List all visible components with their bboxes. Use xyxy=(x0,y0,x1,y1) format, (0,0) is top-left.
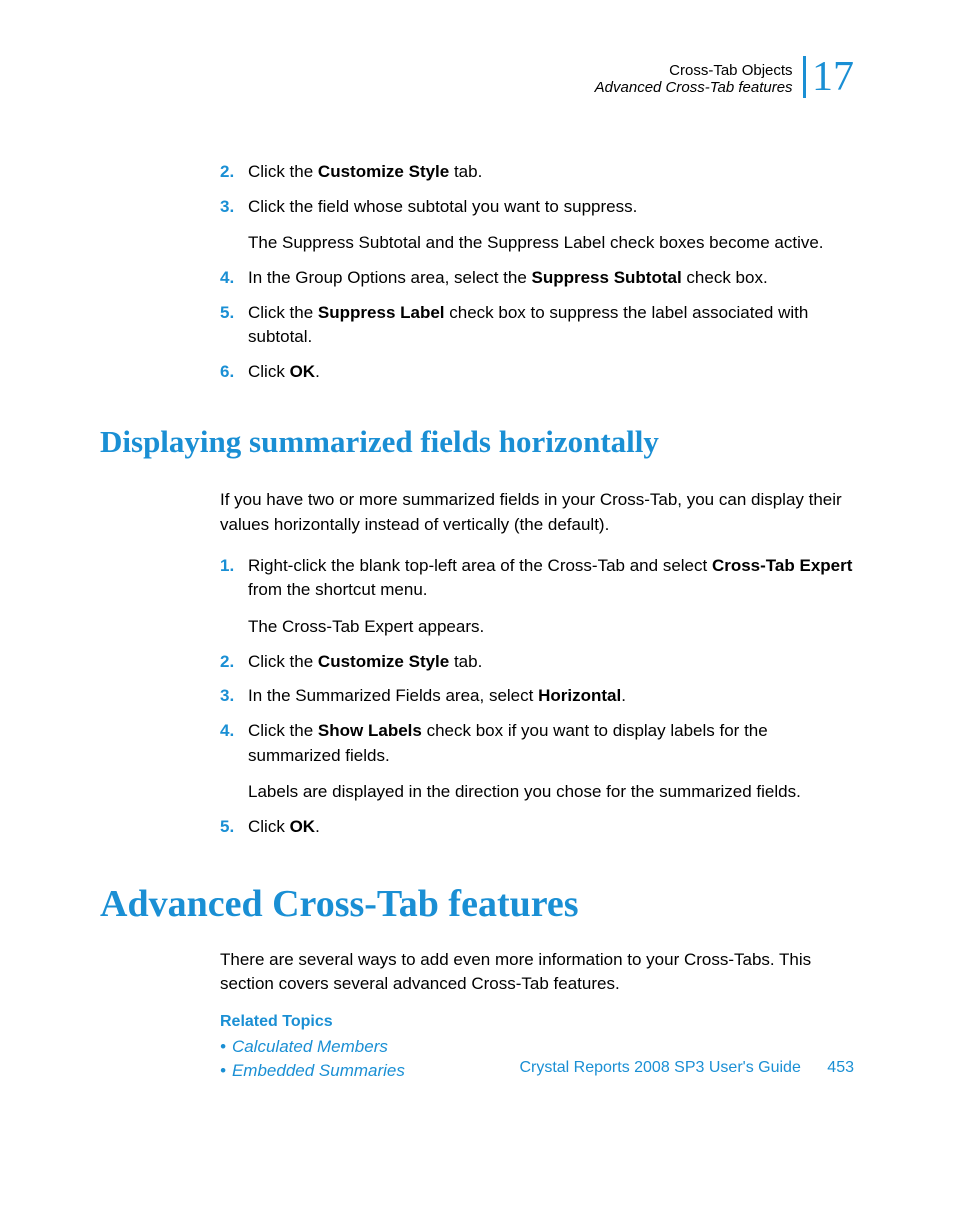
page-footer: Crystal Reports 2008 SP3 User's Guide 45… xyxy=(519,1059,854,1077)
step-item: 4. In the Group Options area, select the… xyxy=(220,266,854,291)
step-number: 4. xyxy=(220,719,234,744)
step-item: 4. Click the Show Labels check box if yo… xyxy=(220,719,854,805)
step-note: Labels are displayed in the direction yo… xyxy=(248,780,854,805)
section-intro: If you have two or more summarized field… xyxy=(220,488,854,537)
footer-page-number: 453 xyxy=(827,1059,854,1076)
header-subtitle: Advanced Cross-Tab features xyxy=(595,79,793,96)
step-number: 2. xyxy=(220,160,234,185)
step-item: 5. Click the Suppress Label check box to… xyxy=(220,301,854,350)
step-number: 4. xyxy=(220,266,234,291)
step-number: 3. xyxy=(220,684,234,709)
section-intro: There are several ways to add even more … xyxy=(220,948,854,997)
step-number: 5. xyxy=(220,301,234,326)
step-item: 3. Click the field whose subtotal you wa… xyxy=(220,195,854,256)
step-item: 2. Click the Customize Style tab. xyxy=(220,160,854,185)
step-note: The Suppress Subtotal and the Suppress L… xyxy=(248,231,854,256)
page-header: Cross-Tab Objects Advanced Cross-Tab fea… xyxy=(100,58,854,100)
step-item: 3. In the Summarized Fields area, select… xyxy=(220,684,854,709)
footer-guide-title: Crystal Reports 2008 SP3 User's Guide xyxy=(519,1059,800,1076)
step-number: 6. xyxy=(220,360,234,385)
step-note: The Cross-Tab Expert appears. xyxy=(248,615,854,640)
header-title: Cross-Tab Objects xyxy=(595,62,793,79)
step-item: 5. Click OK. xyxy=(220,815,854,840)
section-displaying-summarized: If you have two or more summarized field… xyxy=(220,488,854,839)
section-suppress-subtotals: 2. Click the Customize Style tab. 3. Cli… xyxy=(220,160,854,384)
step-number: 5. xyxy=(220,815,234,840)
step-number: 3. xyxy=(220,195,234,220)
heading-displaying-summarized: Displaying summarized fields horizontall… xyxy=(100,424,854,460)
step-item: 6. Click OK. xyxy=(220,360,854,385)
heading-advanced-crosstab: Advanced Cross-Tab features xyxy=(100,882,854,926)
chapter-number-badge: 17 xyxy=(803,56,854,98)
step-item: 1. Right-click the blank top-left area o… xyxy=(220,554,854,640)
step-item: 2. Click the Customize Style tab. xyxy=(220,650,854,675)
related-topics-heading: Related Topics xyxy=(220,1013,854,1031)
step-number: 1. xyxy=(220,554,234,579)
related-link-calculated-members[interactable]: •Calculated Members xyxy=(220,1037,854,1057)
step-number: 2. xyxy=(220,650,234,675)
